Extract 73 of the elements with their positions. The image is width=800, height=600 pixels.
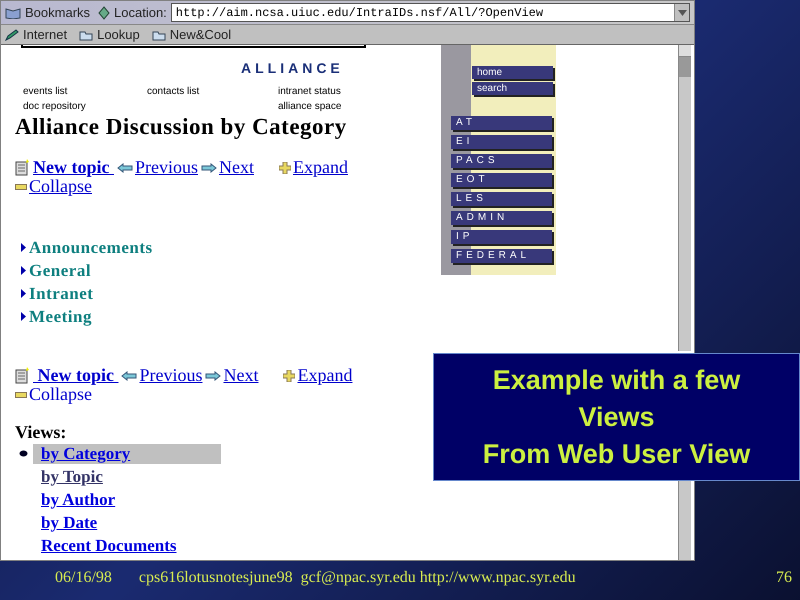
header-link[interactable]: contacts list: [147, 84, 200, 99]
nav-button[interactable]: search: [472, 82, 553, 95]
page-number: 76: [776, 568, 792, 588]
document-icon: [15, 367, 31, 384]
scrollbar-track[interactable]: [678, 481, 691, 560]
toolbar-link[interactable]: New topic: [15, 366, 118, 385]
toolbar-link[interactable]: Previous: [121, 366, 202, 385]
url-text: http://aim.ncsa.uiuc.edu/IntraIDs.nsf/All/?OpenView: [176, 4, 544, 22]
scrollbar[interactable]: [678, 45, 691, 351]
dropdown-caret-icon[interactable]: [674, 4, 689, 21]
category-link[interactable]: Meeting: [29, 304, 92, 330]
nav-button[interactable]: EI: [451, 135, 552, 149]
category-link[interactable]: General: [29, 258, 92, 284]
category-link[interactable]: Intranet: [29, 280, 94, 306]
footer-title: cps616lotusnotesjune98: [138, 568, 293, 588]
toolbar-link[interactable]: Internet: [5, 24, 68, 44]
view-link[interactable]: by Topic: [33, 466, 111, 486]
toolbar-link[interactable]: Collapse: [15, 385, 92, 404]
toolbar-link[interactable]: Expand: [278, 158, 348, 177]
right-arrow-icon: [205, 370, 222, 380]
view-link[interactable]: by Category: [33, 444, 221, 464]
view-link[interactable]: by Author: [33, 490, 124, 510]
nav-button[interactable]: ADMIN: [451, 211, 552, 225]
minus-icon: [15, 184, 27, 190]
minus-icon: [15, 392, 27, 398]
folder-icon: [79, 28, 94, 40]
callout-text: Views: [578, 400, 655, 434]
toolbar-link[interactable]: Next: [205, 366, 258, 385]
toolbar-link[interactable]: Previous: [116, 158, 198, 177]
toolbar-link[interactable]: New&Cool: [152, 24, 232, 44]
nav-button[interactable]: PACS: [451, 154, 552, 168]
url-field[interactable]: http://aim.ncsa.uiuc.edu/IntraIDs.nsf/All/?OpenView: [170, 3, 690, 22]
header-link[interactable]: intranet status: [278, 84, 341, 99]
header-link[interactable]: events list: [23, 84, 68, 99]
pencil-icon: [5, 28, 19, 40]
plus-icon: [283, 370, 296, 382]
category-link[interactable]: Announcements: [29, 234, 153, 260]
nav-button[interactable]: EOT: [451, 173, 552, 187]
page-title: Alliance Discussion by Category: [15, 114, 347, 140]
triangle-icon: [21, 266, 26, 275]
view-link[interactable]: by Date: [33, 512, 106, 532]
right-arrow-icon: [200, 162, 217, 172]
toolbar-link[interactable]: Expand: [283, 366, 352, 385]
toolbar-link[interactable]: Lookup: [79, 24, 140, 44]
pin-icon: [98, 6, 110, 20]
nav-button[interactable]: FEDERAL: [451, 249, 552, 263]
header-link[interactable]: alliance space: [278, 99, 342, 114]
footer-contact: gcf@npac.syr.edu http://www.npac.syr.edu: [300, 568, 576, 588]
toolbar-link[interactable]: Collapse: [15, 177, 92, 196]
bookmarks-button[interactable]: Bookmarks: [5, 2, 90, 22]
book-icon: [5, 6, 21, 18]
views-heading: Views:: [15, 422, 66, 442]
plus-icon: [278, 162, 291, 174]
footer-date: 06/16/98: [55, 568, 112, 588]
left-arrow-icon: [116, 162, 133, 172]
nav-button[interactable]: IP: [451, 230, 552, 244]
toolbar-link[interactable]: New topic: [15, 158, 114, 177]
nav-button[interactable]: AT: [451, 116, 552, 130]
view-link[interactable]: Recent Documents: [33, 536, 184, 556]
nav-button[interactable]: home: [472, 66, 553, 79]
callout-text: From Web User View: [482, 438, 750, 470]
left-arrow-icon: [121, 370, 138, 380]
location-label: Location:: [98, 2, 167, 22]
triangle-icon: [21, 312, 26, 321]
callout-text: Example with a few: [492, 364, 740, 397]
document-icon: [15, 159, 31, 176]
folder-icon: [152, 28, 166, 40]
triangle-icon: [21, 289, 26, 298]
banner-logo: ALLIANCE: [241, 61, 344, 75]
toolbar-link[interactable]: Next: [200, 158, 254, 177]
triangle-icon: [21, 243, 26, 252]
header-link[interactable]: doc repository: [23, 99, 86, 114]
nav-button[interactable]: LES: [451, 192, 552, 206]
